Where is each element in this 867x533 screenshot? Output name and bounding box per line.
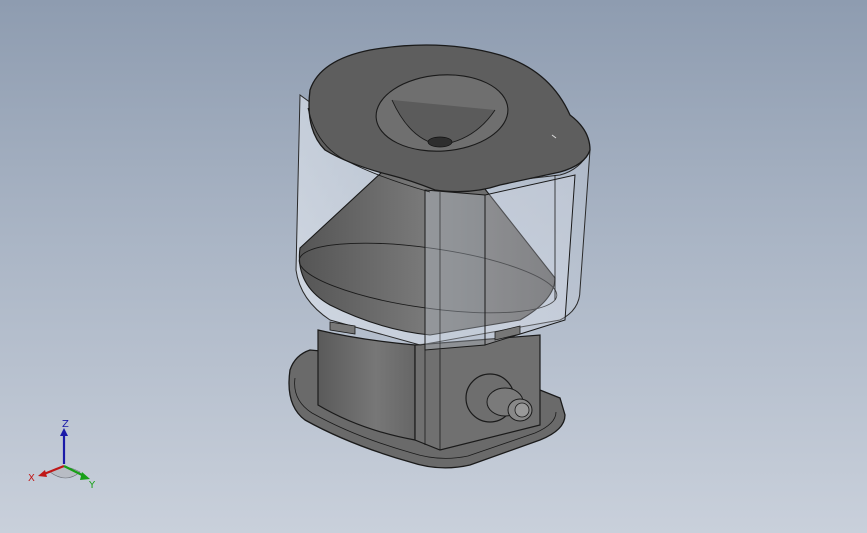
- x-axis-label: X: [28, 473, 35, 484]
- graphics-viewport[interactable]: Z X Y: [0, 0, 867, 533]
- y-axis-label: Y: [88, 480, 96, 491]
- front-glass-panel: [424, 174, 576, 351]
- axis-triad: Z X Y: [28, 419, 96, 491]
- z-axis: [60, 428, 68, 464]
- 3d-model[interactable]: [0, 0, 867, 533]
- z-axis-label: Z: [62, 419, 69, 430]
